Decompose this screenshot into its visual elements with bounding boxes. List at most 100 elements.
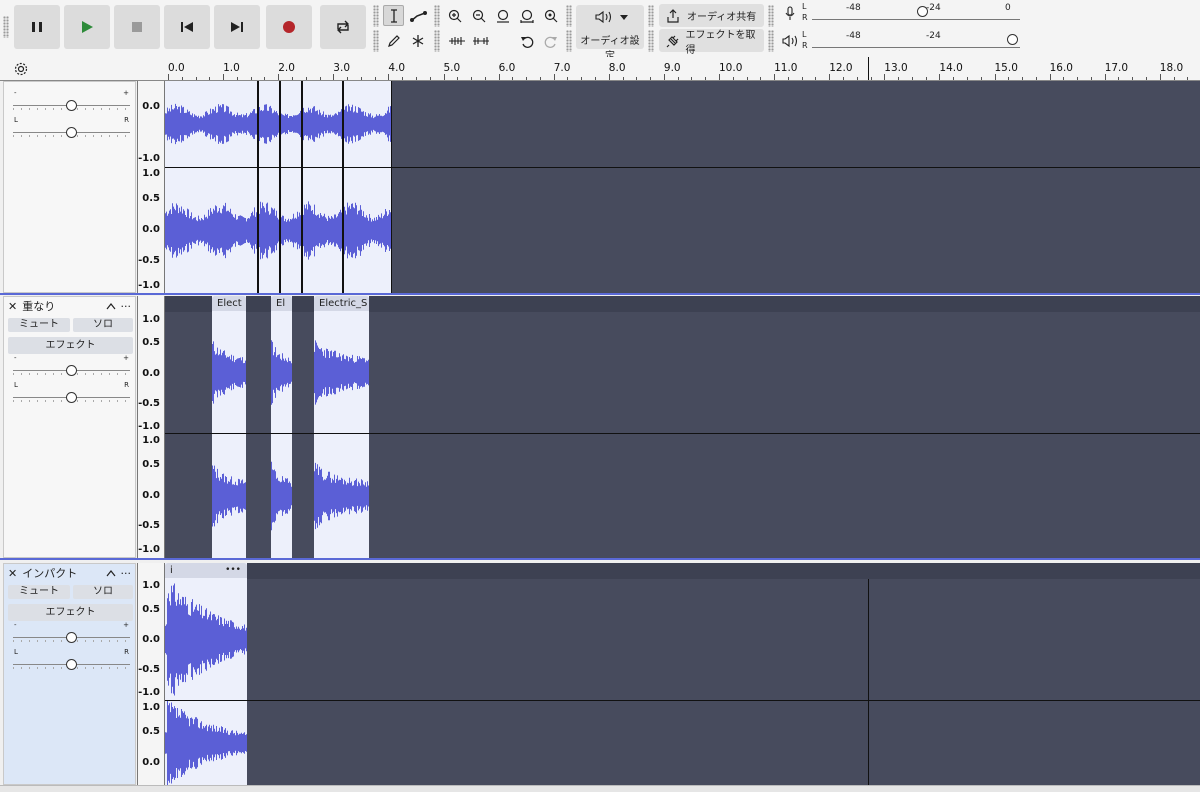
track-control-panel[interactable]: ✕ インパクト ··· ミュート ソロ エフェクト - + L R [3, 563, 136, 785]
toolbar-grip[interactable] [3, 16, 9, 38]
trim-outside-button[interactable] [446, 30, 467, 51]
pan-slider[interactable]: L R [13, 648, 130, 671]
clip-boundary[interactable] [342, 81, 344, 293]
track-name[interactable]: 重なり [22, 298, 100, 314]
solo-button[interactable]: ソロ [73, 585, 133, 599]
toolbar-grip[interactable] [434, 30, 440, 52]
track-menu-icon[interactable]: ··· [121, 300, 132, 313]
record-icon [283, 21, 295, 33]
clip-boundary[interactable] [257, 81, 259, 293]
slider-knob[interactable] [66, 632, 77, 643]
meter-tick: -48 [846, 31, 861, 41]
track-name[interactable]: インパクト [22, 565, 100, 581]
close-track-icon[interactable]: ✕ [8, 300, 17, 313]
ruler-tick [705, 77, 707, 80]
zoom-toggle-button[interactable] [540, 5, 561, 26]
slider-knob[interactable] [66, 127, 77, 138]
clip-boundary[interactable] [301, 81, 303, 293]
zoom-in-button[interactable] [444, 5, 465, 26]
slider-knob[interactable] [66, 365, 77, 376]
clip-boundary[interactable] [391, 81, 392, 293]
redo-button[interactable] [540, 30, 561, 51]
clip-boundary[interactable] [279, 81, 281, 293]
audio-clip[interactable]: i ••• [165, 563, 247, 785]
draw-tool[interactable] [383, 30, 404, 51]
slider-knob[interactable] [66, 100, 77, 111]
loop-button[interactable] [320, 5, 366, 49]
effects-button[interactable]: エフェクト [8, 604, 133, 621]
toolbar-grip[interactable] [648, 5, 654, 27]
fit-selection-button[interactable] [492, 5, 513, 26]
undo-button[interactable] [516, 30, 537, 51]
channel-separator [165, 167, 1200, 168]
record-meter[interactable]: L R -48 -24 0 [802, 3, 1020, 23]
pan-slider[interactable]: L R [13, 116, 130, 139]
collapse-icon[interactable] [106, 302, 116, 310]
collapse-icon[interactable] [106, 569, 116, 577]
timeline-ruler[interactable]: 0.0 1.0 2.0 3.0 4.0 5.0 6.0 7.0 8.0 9.0 10.0 11.0 12… [0, 57, 1200, 81]
audio-clip[interactable]: Electric_S [314, 296, 369, 558]
gain-slider[interactable]: - + [13, 89, 130, 112]
audio-clip[interactable]: El [271, 296, 292, 558]
playback-meter[interactable]: L R -48 -24 [802, 31, 1020, 51]
toolbar-grip[interactable] [373, 30, 379, 52]
gain-slider[interactable]: - + [13, 354, 130, 377]
scale-label: 0.5 [142, 604, 160, 615]
playback-level-knob[interactable] [1007, 34, 1018, 45]
pause-button[interactable] [14, 5, 60, 49]
toolbar-grip[interactable] [768, 5, 774, 27]
record-button[interactable] [266, 5, 312, 49]
toolbar-grip[interactable] [373, 5, 379, 27]
track-control-panel[interactable]: ✕ 重なり ··· ミュート ソロ エフェクト - + L R [3, 296, 136, 558]
effects-button[interactable]: エフェクト [8, 337, 133, 354]
meter-tick: 0 [1005, 3, 1011, 13]
silence-audio-button[interactable] [470, 30, 491, 51]
solo-button[interactable]: ソロ [73, 318, 133, 332]
track-control-panel[interactable]: - + L R [3, 81, 136, 293]
fit-project-button[interactable] [516, 5, 537, 26]
stop-button[interactable] [114, 5, 160, 49]
gain-slider[interactable]: - + [13, 621, 130, 644]
clip-title[interactable]: i ••• [165, 563, 247, 578]
close-track-icon[interactable]: ✕ [8, 567, 17, 580]
envelope-tool[interactable] [407, 5, 428, 26]
toolbar-grip[interactable] [648, 30, 654, 52]
track-menu-icon[interactable]: ··· [121, 567, 132, 580]
multi-tool[interactable] [407, 30, 428, 51]
toolbar-grip[interactable] [434, 5, 440, 27]
toolbar-grip[interactable] [566, 30, 572, 52]
audio-clip[interactable]: Elect [212, 296, 246, 558]
record-level-knob[interactable] [917, 6, 928, 17]
clip-title[interactable]: El [271, 296, 292, 311]
selection-tool[interactable] [383, 5, 404, 26]
play-button[interactable] [64, 5, 110, 49]
toolbar-grip[interactable] [566, 5, 572, 27]
skip-to-end-button[interactable] [214, 5, 260, 49]
audio-track-3: ✕ インパクト ··· ミュート ソロ エフェクト - + L R 1.0 0.… [0, 563, 1200, 785]
toolbar-grip[interactable] [768, 30, 774, 52]
slider-knob[interactable] [66, 392, 77, 403]
ruler-label: 11.0 [774, 62, 798, 74]
mute-button[interactable]: ミュート [8, 585, 70, 599]
pan-slider[interactable]: L R [13, 381, 130, 404]
skip-to-start-button[interactable] [164, 5, 210, 49]
playback-meter-button[interactable] [780, 30, 800, 51]
record-meter-button[interactable] [780, 3, 800, 24]
mute-button[interactable]: ミュート [8, 318, 70, 332]
clip-title[interactable]: Elect [212, 296, 246, 311]
ruler-tick [994, 74, 996, 80]
track-waveform-area[interactable]: Elect El Electric_S [165, 296, 1200, 558]
zoom-out-button[interactable] [468, 5, 489, 26]
audio-share-button[interactable]: オーディオ共有 [659, 4, 764, 27]
track-waveform-area[interactable] [165, 81, 1200, 293]
audio-setup-button[interactable]: オーディオ設定 [576, 5, 644, 62]
ruler-tick [1146, 77, 1148, 80]
audio-track-2: ✕ 重なり ··· ミュート ソロ エフェクト - + L R 1.0 0.5 … [0, 296, 1200, 558]
track-waveform-area[interactable]: i ••• [165, 563, 1200, 785]
get-effects-button[interactable]: エフェクトを取得 [659, 29, 764, 56]
clip-title[interactable]: Electric_S [314, 296, 369, 311]
clip-menu-icon[interactable]: ••• [225, 563, 241, 578]
ruler-label: 8.0 [608, 62, 626, 74]
ruler-tick [181, 77, 183, 80]
slider-knob[interactable] [66, 659, 77, 670]
